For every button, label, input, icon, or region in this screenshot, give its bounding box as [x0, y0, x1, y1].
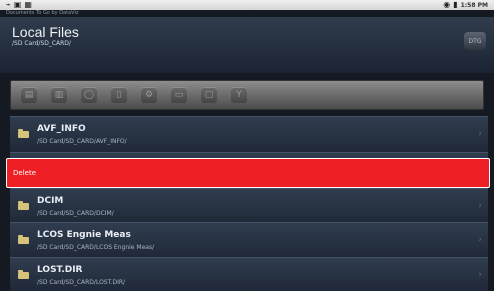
app-logo-icon[interactable]: DTG — [464, 32, 486, 50]
file-name: LOST.DIR — [37, 265, 83, 275]
folder-icon[interactable]: ▭ — [171, 87, 187, 103]
document-icon[interactable]: ▢ — [201, 87, 217, 103]
sheet-icon[interactable]: ▥ — [51, 87, 67, 103]
chevron-right-icon: › — [478, 129, 482, 139]
app-name: Documents To Go by DataViz — [6, 10, 79, 16]
list-item-avf-info[interactable]: AVF_INFO /SD Card/SD_CARD/AVF_INFO/ › — [10, 116, 488, 152]
status-time: 1:58 PM — [460, 1, 488, 9]
wifi-icon: ◉ — [443, 0, 451, 9]
notification-icon: ▦ — [24, 0, 32, 9]
list-item-dcim[interactable]: DCIM /SD Card/SD_CARD/DCIM/ › — [10, 188, 488, 224]
file-path: /SD Card/SD_CARD/LOST.DIR/ — [37, 279, 126, 286]
file-name: LCOS Engnie Meas — [37, 230, 131, 240]
status-right: ◉ ▮ 1:58 PM — [443, 1, 488, 9]
page-title: Local Files — [12, 24, 79, 40]
settings-icon[interactable]: ⚙ — [141, 87, 157, 103]
delete-icon[interactable]: ▯ — [111, 87, 127, 103]
file-name: DCIM — [37, 196, 64, 206]
usb-icon: ⌁ — [6, 0, 11, 9]
folder-icon — [18, 270, 29, 279]
folder-icon — [18, 201, 29, 210]
chevron-right-icon: › — [478, 201, 482, 211]
file-toolbar: ▤ ▥ ◯ ▯ ⚙ ▭ ▢ Y — [10, 80, 484, 110]
filter-icon[interactable]: Y — [231, 87, 247, 103]
status-left: ⌁ ▣ ▦ — [6, 1, 32, 9]
doc-icon[interactable]: ▤ — [21, 87, 37, 103]
search-icon[interactable]: ◯ — [81, 87, 97, 103]
folder-icon — [18, 235, 29, 244]
file-path: /SD Card/SD_CARD/AVF_INFO/ — [37, 138, 127, 145]
file-name: AVF_INFO — [37, 124, 86, 134]
list-item-lost-dir[interactable]: LOST.DIR /SD Card/SD_CARD/LOST.DIR/ › — [10, 257, 488, 291]
chevron-right-icon: › — [478, 235, 482, 245]
status-bar: ⌁ ▣ ▦ ◉ ▮ 1:58 PM — [0, 0, 494, 10]
folder-icon — [18, 129, 29, 138]
file-path: /SD Card/SD_CARD/DCIM/ — [37, 210, 114, 217]
sd-icon: ▣ — [13, 0, 22, 9]
page-path: /SD Card/SD_CARD/ — [12, 40, 71, 47]
delete-menu-item[interactable]: Delete — [6, 158, 490, 188]
battery-icon: ▮ — [453, 0, 458, 9]
file-path: /SD Card/SD_CARD/LCOS Engnie Meas/ — [37, 244, 155, 251]
chevron-right-icon: › — [478, 270, 482, 280]
list-item-lcos-engnie-meas[interactable]: LCOS Engnie Meas /SD Card/SD_CARD/LCOS E… — [10, 222, 488, 258]
